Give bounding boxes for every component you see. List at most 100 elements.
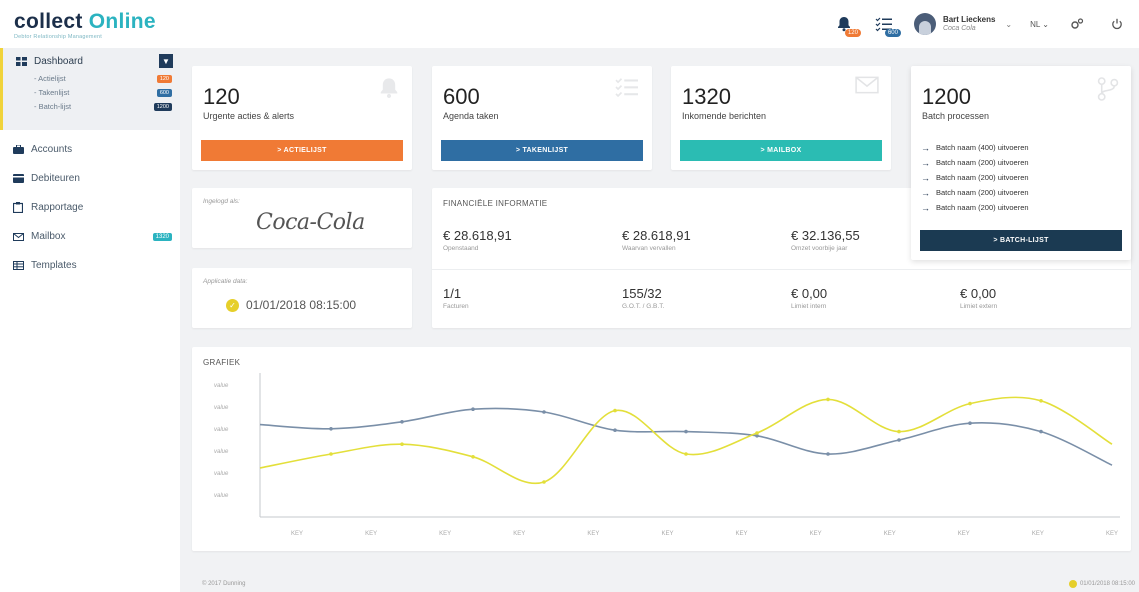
- check-icon: ✓: [226, 298, 239, 312]
- user-menu[interactable]: Bart Lieckens Coca Cola ⌄: [913, 13, 1013, 35]
- finance-label: Limiet intern: [791, 303, 827, 310]
- subitem-label: - Actielijst: [34, 74, 66, 83]
- batch-item-label: Batch naam (400) uitvoeren: [936, 143, 1029, 152]
- data-point: [684, 452, 688, 456]
- chart-card: GRAFIEK value value value value value value KE…: [192, 347, 1131, 551]
- sidebar-item-dashboard[interactable]: Dashboard ▼ - Actielijst 120 - Takenlijst…: [0, 48, 180, 130]
- data-point: [400, 442, 404, 446]
- gears-icon: [1071, 18, 1084, 29]
- dashboard-header: Dashboard: [15, 54, 180, 68]
- data-point: [329, 452, 333, 456]
- alerts-button[interactable]: 120: [832, 13, 861, 37]
- x-tick-label: KEY: [810, 531, 822, 537]
- sidebar-item-label: Debiteuren: [31, 173, 80, 184]
- bell-icon: [380, 78, 398, 99]
- data-point: [968, 421, 972, 425]
- top-header: collect Online Debtor Relationship Manag…: [0, 0, 1139, 48]
- user-info: Bart Lieckens Coca Cola: [942, 15, 995, 32]
- data-point: [400, 420, 404, 424]
- avatar: [913, 13, 936, 35]
- app-date-label: Applicatie data:: [203, 278, 248, 285]
- briefcase-icon: [12, 145, 24, 155]
- alerts-badge: 120: [844, 29, 861, 37]
- user-company: Coca Cola: [942, 24, 976, 32]
- arrow-right-icon: →: [921, 187, 930, 198]
- sidebar-subitem-batch-lijst[interactable]: - Batch-lijst 1200: [15, 100, 180, 114]
- finance-value: € 28.618,91: [443, 228, 512, 243]
- sidebar: Dashboard ▼ - Actielijst 120 - Takenlijst…: [0, 48, 180, 592]
- x-tick-label: KEY: [661, 531, 673, 537]
- stat-number: 120: [203, 84, 240, 109]
- finance-label: Limiet extern: [960, 303, 998, 310]
- app-date-card: Applicatie data: ✓ 01/01/2018 08:15:00: [192, 268, 412, 328]
- stat-label: Urgente acties & alerts: [203, 111, 295, 121]
- sidebar-item-accounts[interactable]: Accounts: [0, 135, 180, 164]
- takenlijst-button[interactable]: > TAKENLIJST: [441, 140, 643, 161]
- language-select[interactable]: NL ⌄: [1030, 20, 1049, 29]
- logout-button[interactable]: [1105, 13, 1129, 35]
- divider: [432, 269, 1131, 270]
- x-tick-label: KEY: [958, 531, 970, 537]
- finance-value: € 0,00: [791, 286, 828, 301]
- stat-card-messages: 1320 Inkomende berichten > MAILBOX: [671, 66, 891, 170]
- finance-got-gbt: 155/32 G.O.T. / G.B.T.: [622, 286, 664, 310]
- count-badge: 1200: [153, 103, 172, 111]
- data-point: [471, 455, 475, 459]
- sidebar-item-rapportage[interactable]: Rapportage: [0, 193, 180, 222]
- envelope-icon: [855, 76, 879, 94]
- data-point: [897, 429, 901, 434]
- finance-value: € 28.618,91: [622, 228, 691, 243]
- finance-value: 1/1: [443, 286, 462, 301]
- dashboard-submenu: - Actielijst 120 - Takenlijst 600 - Batch-…: [15, 72, 180, 114]
- finance-value: 155/32: [622, 286, 662, 301]
- sidebar-subitem-actielijst[interactable]: - Actielijst 120: [15, 72, 180, 86]
- filter-button[interactable]: ▼: [159, 54, 173, 68]
- batch-item[interactable]: → Batch naam (400) uitvoeren: [921, 140, 1029, 155]
- settings-button[interactable]: [1065, 13, 1089, 35]
- finance-limiet-intern: € 0,00 Limiet intern: [791, 286, 827, 310]
- sidebar-subitem-takenlijst[interactable]: - Takenlijst 600: [15, 86, 180, 100]
- y-tick-label: value: [214, 493, 229, 499]
- data-point: [1039, 399, 1043, 403]
- finance-label: Openstaand: [443, 245, 479, 252]
- table-icon: [12, 261, 24, 271]
- stat-label: Inkomende berichten: [682, 111, 767, 121]
- batch-list: → Batch naam (400) uitvoeren → Batch naam …: [921, 140, 1029, 215]
- chevron-down-icon: ⌄: [1005, 19, 1013, 29]
- actielijst-button[interactable]: > ACTIELIJST: [201, 140, 403, 161]
- language-value: NL: [1030, 19, 1041, 29]
- sidebar-item-mailbox[interactable]: Mailbox 1320: [0, 222, 180, 251]
- task-list-icon: [615, 78, 638, 98]
- x-tick-label: KEY: [1106, 531, 1118, 537]
- subitem-label: - Takenlijst: [34, 88, 70, 97]
- finance-label: Waarvan vervallen: [622, 245, 676, 252]
- x-tick-label: KEY: [291, 531, 303, 537]
- data-point: [968, 401, 972, 406]
- batch-item[interactable]: → Batch naam (200) uitvoeren: [921, 170, 1029, 185]
- arrow-right-icon: →: [921, 172, 930, 183]
- batch-item[interactable]: → Batch naam (200) uitvoeren: [921, 200, 1029, 215]
- stat-number: 1320: [682, 84, 731, 109]
- finance-label: Omzet voorbije jaar: [791, 245, 848, 252]
- finance-openstaand: € 28.618,91 Openstaand: [443, 228, 512, 252]
- sidebar-item-label: Mailbox: [31, 231, 66, 242]
- footer-datetime: 01/01/2018 08:15:00: [1068, 580, 1135, 588]
- stat-card-alerts: 120 Urgente acties & alerts > ACTIELIJST: [192, 66, 412, 170]
- data-point: [471, 407, 475, 411]
- tasks-badge: 600: [884, 29, 901, 37]
- sidebar-item-templates[interactable]: Templates: [0, 251, 180, 280]
- sidebar-item-debiteuren[interactable]: Debiteuren: [0, 164, 180, 193]
- x-tick-label: KEY: [736, 531, 748, 537]
- app-logo[interactable]: collect Online Debtor Relationship Manag…: [14, 10, 156, 40]
- count-badge: 600: [156, 89, 172, 97]
- x-tick-label: KEY: [365, 531, 377, 537]
- stat-number: 600: [443, 84, 480, 109]
- tasks-button[interactable]: 600: [872, 13, 901, 37]
- chevron-down-icon: ⌄: [1042, 19, 1049, 29]
- data-point: [826, 397, 830, 402]
- mailbox-button[interactable]: > MAILBOX: [680, 140, 882, 161]
- batch-item[interactable]: → Batch naam (200) uitvoeren: [921, 155, 1029, 170]
- batch-item[interactable]: → Batch naam (200) uitvoeren: [921, 185, 1029, 200]
- header-actions: 120 600 Bart Lieckens Coca Cola ⌄ NL ⌄: [816, 12, 1129, 37]
- batch-lijst-button[interactable]: > BATCH-LIJST: [920, 230, 1122, 251]
